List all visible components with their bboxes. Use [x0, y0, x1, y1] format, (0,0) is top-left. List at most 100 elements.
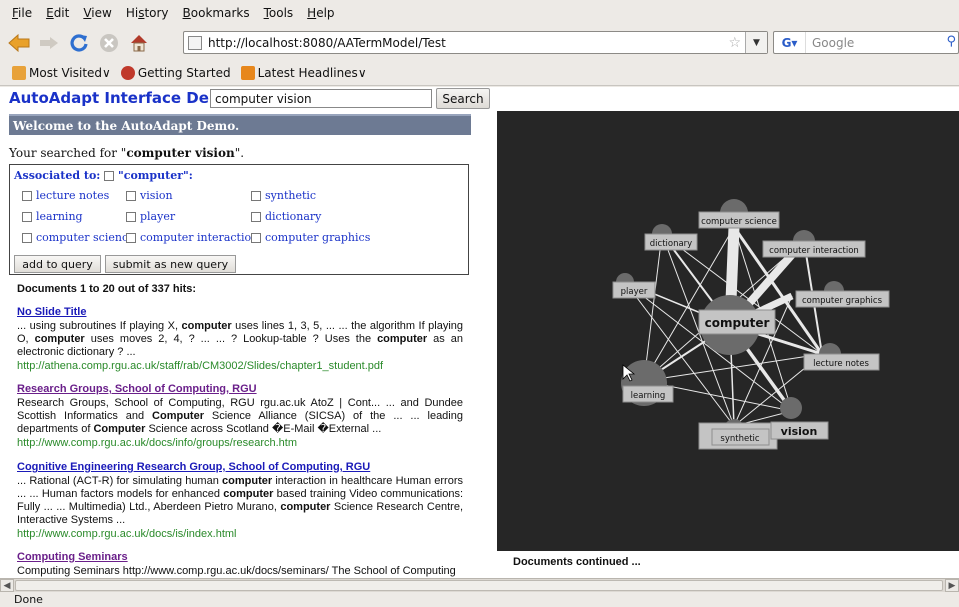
searched-for-text: Your searched for "computer vision".	[9, 146, 245, 160]
scroll-left-icon[interactable]: ◀	[0, 579, 14, 592]
snippet-highlight: Computer	[93, 423, 146, 435]
graph-label-learning: learning	[631, 391, 666, 401]
term-dictionary[interactable]: dictionary	[251, 210, 321, 223]
browser-window: File Edit View History Bookmarks Tools H…	[0, 0, 959, 607]
snippet-text: Computing Seminars http://www.comp.rgu.a…	[17, 565, 456, 577]
snippet-text: Science across Scotland �E-Mail �Externa…	[145, 423, 382, 435]
result-snippet: ... using subroutines If playing X, comp…	[17, 320, 463, 359]
menu-edit[interactable]: Edit	[46, 6, 69, 20]
associated-heading: Associated to: "computer":	[14, 169, 193, 182]
reload-button[interactable]	[68, 32, 90, 54]
term-learning[interactable]: learning	[22, 210, 83, 223]
checkbox[interactable]	[126, 190, 136, 201]
search-result: No Slide Title ... using subroutines If …	[17, 306, 463, 373]
result-url: http://www.comp.rgu.ac.uk/docs/info/grou…	[17, 437, 298, 449]
term-computer-science[interactable]: computer science	[22, 231, 135, 244]
status-text: Done	[14, 593, 43, 606]
home-icon	[131, 35, 147, 52]
google-engine-icon[interactable]: G▾	[774, 32, 806, 53]
chevron-down-icon: ∨	[357, 65, 367, 80]
search-result: Computing Seminars Computing Seminars ht…	[17, 551, 463, 578]
search-placeholder: Google	[812, 35, 855, 50]
result-title-link[interactable]: Cognitive Engineering Research Group, Sc…	[17, 461, 463, 474]
page-content: AutoAdapt Interface Demo: Search Welcome…	[0, 87, 959, 578]
search-icon[interactable]: ⚲	[946, 34, 956, 49]
menu-help[interactable]: Help	[307, 6, 334, 20]
forward-button[interactable]	[38, 32, 60, 54]
snippet-highlight: computer	[223, 488, 274, 500]
snippet-text: ... using subroutines If playing X,	[17, 320, 182, 332]
menu-history[interactable]: History	[126, 6, 169, 20]
bookmark-most-visited[interactable]: Most Visited ∨	[12, 65, 111, 80]
url-text: http://localhost:8080/AATermModel/Test	[208, 35, 446, 50]
term-computer-interaction[interactable]: computer interaction	[126, 231, 258, 244]
search-result: Research Groups, School of Computing, RG…	[17, 383, 463, 450]
scroll-thumb[interactable]	[15, 580, 943, 591]
snippet-text: ... Rational (ACT-R) for simulating huma…	[17, 475, 223, 487]
home-button[interactable]	[128, 32, 150, 54]
reload-icon	[70, 34, 88, 52]
horizontal-scrollbar[interactable]: ◀ ▶	[0, 578, 959, 592]
navigation-toolbar: http://localhost:8080/AATermModel/Test ☆…	[0, 26, 959, 60]
address-bar[interactable]: http://localhost:8080/AATermModel/Test ☆…	[183, 31, 768, 54]
snippet-highlight: Computer	[152, 410, 204, 422]
snippet-highlight: computer	[34, 333, 85, 345]
search-button[interactable]: Search	[436, 88, 490, 109]
graph-edge	[643, 233, 663, 382]
checkbox-computer[interactable]	[104, 171, 115, 181]
query-input[interactable]	[210, 89, 432, 108]
url-history-dropdown[interactable]: ▼	[745, 32, 767, 53]
graph-node[interactable]	[780, 397, 802, 419]
term-vision[interactable]: vision	[126, 189, 173, 202]
checkbox[interactable]	[126, 232, 136, 243]
checkbox[interactable]	[22, 232, 32, 243]
snippet-highlight: computer	[222, 475, 273, 487]
snippet-text: uses moves 2, 4, ? ... ... ? Lookup-tabl…	[84, 333, 378, 345]
term-graph-visualization[interactable]: computer computer science computer inter…	[497, 111, 959, 551]
graph-label-computer-graphics: computer graphics	[802, 296, 883, 306]
menu-view[interactable]: View	[83, 6, 111, 20]
checkbox[interactable]	[251, 232, 261, 243]
bookmark-getting-started[interactable]: Getting Started	[120, 65, 231, 80]
bookmarks-toolbar: Most Visited ∨ Getting Started Latest Hea…	[0, 60, 959, 86]
checkbox[interactable]	[251, 211, 261, 222]
rss-feed-icon	[240, 65, 255, 80]
menu-file[interactable]: File	[12, 6, 32, 20]
result-snippet: Computing Seminars http://www.comp.rgu.a…	[17, 565, 463, 578]
web-search-box[interactable]: G▾ Google ⚲	[773, 31, 959, 54]
checkbox[interactable]	[126, 211, 136, 222]
checkbox[interactable]	[22, 211, 32, 222]
back-button[interactable]	[8, 32, 30, 54]
result-title-link[interactable]: Research Groups, School of Computing, RG…	[17, 383, 463, 396]
menu-tools[interactable]: Tools	[264, 6, 294, 20]
term-synthetic[interactable]: synthetic	[251, 189, 316, 202]
bookmark-latest-headlines[interactable]: Latest Headlines ∨	[240, 65, 367, 80]
graph-label-player: player	[621, 287, 648, 297]
snippet-highlight: computer	[377, 333, 428, 345]
term-lecture-notes[interactable]: lecture notes	[22, 189, 109, 202]
term-computer-graphics[interactable]: computer graphics	[251, 231, 370, 244]
graph-label-vision: vision	[781, 425, 818, 438]
page-title: AutoAdapt Interface Demo:	[9, 89, 241, 107]
checkbox[interactable]	[251, 190, 261, 201]
back-arrow-icon	[8, 34, 30, 52]
forward-arrow-icon	[40, 37, 58, 49]
result-url: http://athena.comp.rgu.ac.uk/staff/rab/C…	[17, 360, 384, 372]
firefox-icon	[120, 65, 135, 80]
term-player[interactable]: player	[126, 210, 175, 223]
scroll-right-icon[interactable]: ▶	[945, 579, 959, 592]
submit-new-query-button[interactable]: submit as new query	[105, 255, 236, 273]
result-snippet: ... Rational (ACT-R) for simulating huma…	[17, 475, 463, 527]
stop-icon	[100, 34, 118, 52]
result-title-link[interactable]: Computing Seminars	[17, 551, 463, 564]
snippet-highlight: computer	[181, 320, 232, 332]
result-title-link[interactable]: No Slide Title	[17, 306, 463, 319]
menu-bookmarks[interactable]: Bookmarks	[183, 6, 250, 20]
graph-label-computer-interaction: computer interaction	[769, 246, 859, 256]
add-to-query-button[interactable]: add to query	[14, 255, 101, 273]
page-favicon-icon	[188, 35, 202, 50]
checkbox[interactable]	[22, 190, 32, 201]
stop-button[interactable]	[98, 32, 120, 54]
bookmarks-folder-icon	[12, 65, 26, 80]
bookmark-star-icon[interactable]: ☆	[728, 35, 741, 51]
